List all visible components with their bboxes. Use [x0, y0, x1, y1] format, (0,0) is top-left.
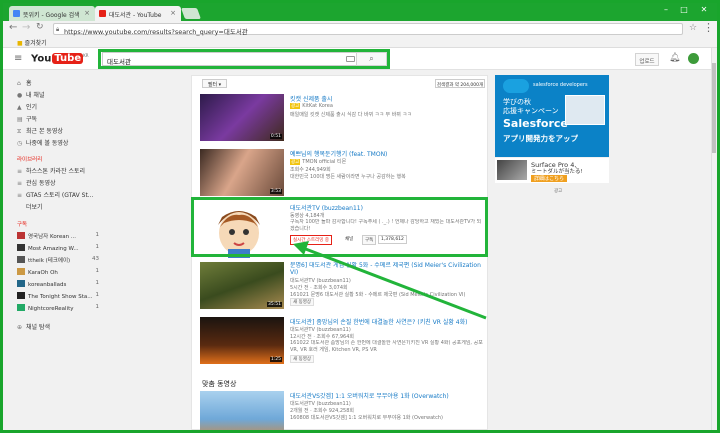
tab-google-search[interactable]: 뜻위키 - Google 검색 × [9, 6, 95, 21]
browser-menu-icon[interactable]: ⋮ [703, 21, 714, 34]
reload-icon[interactable]: ↻ [36, 22, 44, 32]
tab-title: 뜻위키 - Google 검색 [23, 12, 80, 19]
bookmarks-bar: ■ 즐겨찾기 [3, 37, 717, 48]
close-tab-icon[interactable]: × [84, 9, 90, 17]
ad-brand: salesforce developers [533, 82, 588, 88]
youtube-page: ≡ You Tube KR 대도서관 ⌕ 업로드 🔔︎ ⌂ 홈 ● 내 채널 ▲ 인기 ▤… [3, 48, 711, 430]
browser-window: 뜻위키 - Google 검색 × 대도서관 - YouTube × – □ ✕… [0, 0, 720, 433]
ad-line2: 応援キャンペーン [503, 107, 559, 115]
ad-screenshot [565, 95, 605, 125]
close-window-icon[interactable]: ✕ [697, 5, 711, 14]
surface-sub: ミートダルが当たる! [531, 169, 583, 175]
address-bar[interactable]: 🔒︎ https://www.youtube.com/results?searc… [53, 23, 683, 36]
close-tab-icon[interactable]: × [170, 9, 176, 17]
folder-icon: ■ [17, 40, 23, 47]
new-tab-button[interactable] [180, 8, 202, 19]
back-icon[interactable]: ← [9, 22, 17, 33]
lock-icon: 🔒︎ [56, 26, 60, 33]
forward-icon[interactable]: → [22, 22, 30, 33]
salesforce-logo-icon [503, 79, 529, 93]
scrollbar-thumb[interactable] [712, 63, 716, 153]
tab-title: 대도서관 - YouTube [109, 12, 162, 19]
surface-cta[interactable]: 詳細はこちら [531, 175, 568, 182]
bookmarks-folder[interactable]: 즐겨찾기 [25, 40, 47, 47]
url-text: https://www.youtube.com/results?search_q… [64, 28, 248, 36]
tab-strip: 뜻위키 - Google 검색 × 대도서관 - YouTube × – □ ✕ [3, 3, 717, 21]
surface-ad[interactable]: Surface Pro 4、 ミートダルが当たる! 詳細はこちら [495, 158, 609, 183]
minimize-icon[interactable]: – [659, 5, 673, 14]
surface-image [497, 160, 527, 180]
youtube-favicon-icon [99, 10, 106, 17]
ad-line3: Salesforce [503, 117, 568, 130]
ad-line4: アプリ開発力をアップ [503, 134, 578, 143]
ad-banner[interactable]: salesforce developers 学びの秋 応援キャンペーン Sale… [495, 75, 609, 157]
tab-youtube[interactable]: 대도서관 - YouTube × [95, 6, 181, 21]
bookmark-star-icon[interactable]: ☆ [689, 23, 697, 33]
maximize-icon[interactable]: □ [677, 5, 691, 14]
ad-label: 광고 [554, 189, 563, 194]
google-favicon-icon [13, 10, 20, 17]
browser-toolbar: ← → ↻ 🔒︎ https://www.youtube.com/results… [3, 21, 717, 37]
